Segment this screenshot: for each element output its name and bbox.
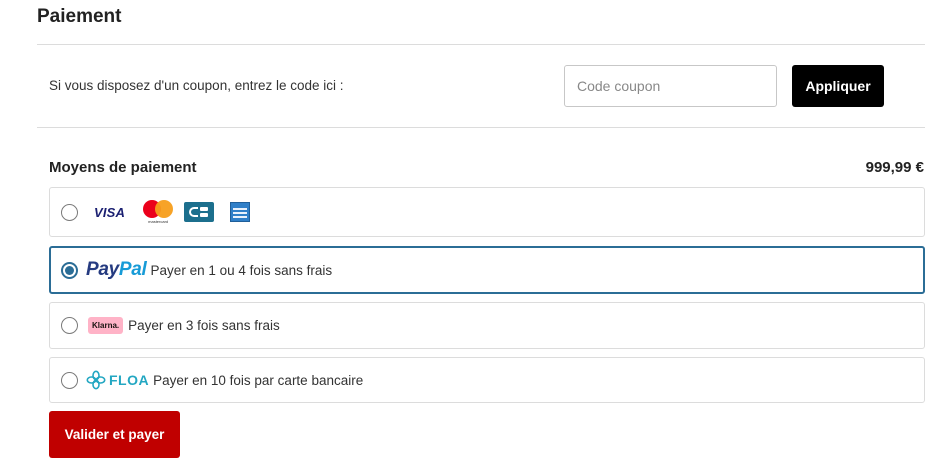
coupon-input[interactable]: [564, 65, 777, 107]
cb-icon: [184, 202, 215, 222]
coupon-prompt: Si vous disposez d'un coupon, entrez le …: [49, 78, 344, 93]
page-title: Paiement: [37, 6, 122, 27]
divider: [37, 44, 925, 45]
mastercard-text: mastercard: [148, 219, 169, 224]
radio-card[interactable]: [61, 203, 78, 221]
paypal-label: Payer en 1 ou 4 fois sans frais: [150, 262, 333, 278]
floa-label: Payer en 10 fois par carte bancaire: [153, 372, 364, 388]
radio-klarna[interactable]: [61, 317, 78, 334]
payment-methods-title: Moyens de paiement: [49, 159, 197, 176]
validate-pay-button[interactable]: Valider et payer: [49, 411, 180, 458]
amex-icon: [230, 202, 251, 222]
paypal-logo-icon: PayPal: [86, 259, 147, 280]
klarna-label: Payer en 3 fois sans frais: [128, 318, 280, 333]
payment-option-card[interactable]: VISA mastercard: [49, 187, 925, 237]
total-amount: 999,99 €: [865, 159, 924, 176]
klarna-logo-icon: Klarna.: [88, 317, 124, 334]
divider: [37, 127, 925, 128]
payment-option-klarna[interactable]: Klarna. Payer en 3 fois sans frais: [49, 302, 925, 349]
radio-paypal[interactable]: [61, 261, 78, 279]
floa-brand-text: FLOA: [109, 372, 150, 388]
visa-icon: VISA: [94, 204, 126, 220]
radio-floa[interactable]: [61, 371, 78, 389]
payment-option-paypal[interactable]: PayPal Payer en 1 ou 4 fois sans frais: [49, 246, 925, 294]
payment-option-floa[interactable]: FLOA Payer en 10 fois par carte bancaire: [49, 357, 925, 403]
floa-logo-icon: FLOA: [86, 370, 149, 390]
mastercard-icon: mastercard: [143, 200, 174, 224]
apply-button[interactable]: Appliquer: [792, 65, 884, 107]
